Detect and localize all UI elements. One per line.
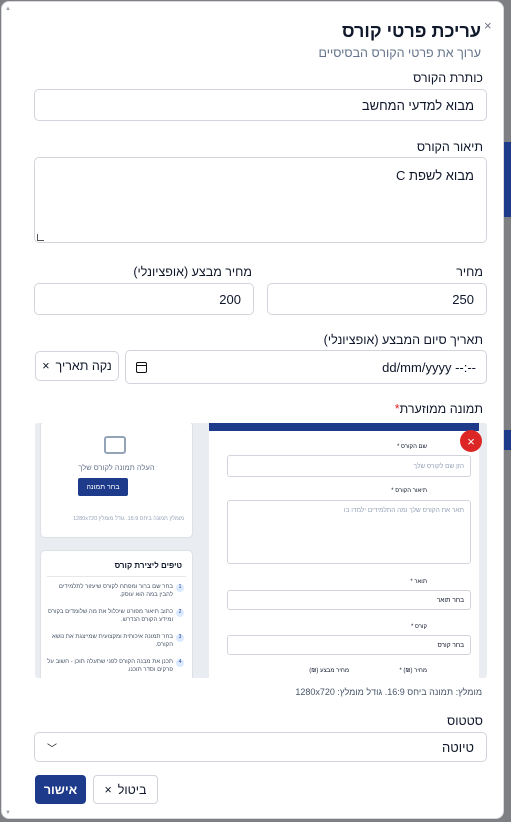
preview-upload-button: בחר תמונה bbox=[78, 478, 128, 496]
scroll-up-arrow-icon[interactable]: ▲ bbox=[5, 6, 11, 12]
image-preview: העלה תמונה לקורס שלך בחר תמונה מומלץ תמו… bbox=[35, 423, 487, 678]
price-value: 250 bbox=[452, 291, 474, 307]
preview-upload-hint: מומלץ תמונה ביחס 16:9. גודל מומלץ 1280x7… bbox=[72, 516, 184, 522]
close-icon[interactable]: × bbox=[484, 18, 492, 33]
tip-text: תכנן את מבנה הקורס לפני שתעלה תוכן - חשו… bbox=[47, 659, 173, 673]
tip-number: 4 bbox=[176, 659, 184, 667]
edit-course-dialog: ▲ × עריכת פרטי קורס ערוך את פרטי הקורס ה… bbox=[1, 1, 504, 819]
preview-name-input: הזן שם לקורס שלך bbox=[227, 455, 471, 477]
preview-name-label: שם הקורס * bbox=[397, 444, 427, 450]
tip-number: 2 bbox=[176, 609, 184, 617]
tip-number: 1 bbox=[176, 584, 184, 592]
preview-tip: 4 תכנן את מבנה הקורס לפני שתעלה תוכן - חש… bbox=[46, 659, 184, 674]
preview-description-input: תאר את הקורס שלך ומה התלמידים ילמדו בו bbox=[227, 500, 471, 564]
preview-tips-card: טיפים ליצירת קורס 1 בחר שם ברור ומפתח לקו… bbox=[40, 550, 193, 678]
cancel-button[interactable]: ביטול × bbox=[93, 775, 158, 804]
course-title-label: כותרת הקורס bbox=[413, 71, 483, 85]
background-page-strip bbox=[503, 142, 511, 217]
remove-image-button[interactable]: × bbox=[460, 430, 482, 452]
background-page-strip bbox=[503, 430, 511, 450]
preview-course-select: בחר קורס bbox=[227, 635, 471, 655]
course-title-input[interactable]: מבוא למדעי המחשב bbox=[34, 89, 487, 121]
preview-price-label: מחיר (₪) * bbox=[399, 668, 427, 674]
preview-upload-card: העלה תמונה לקורס שלך בחר תמונה מומלץ תמו… bbox=[40, 423, 193, 538]
status-select[interactable]: טיוטה ﹀ bbox=[34, 732, 487, 762]
image-hint: מומלץ: תמונה ביחס 16:9. גודל מומלץ: 1280… bbox=[295, 687, 482, 697]
preview-degree-label: תואר * bbox=[410, 579, 427, 585]
image-upload-icon bbox=[104, 436, 126, 454]
tip-text: כתוב תיאור מפורט שיכלול את מה שלומדים בק… bbox=[47, 609, 173, 623]
sale-end-label: תאריך סיום המבצע (אופציונלי) bbox=[323, 333, 483, 347]
clear-date-button[interactable]: נקה תאריך × bbox=[35, 351, 119, 381]
course-description-label: תיאור הקורס bbox=[416, 140, 483, 154]
calendar-icon[interactable] bbox=[136, 361, 147, 373]
status-label: סטטוס bbox=[447, 714, 483, 728]
preview-sale-label: מחיר מבצע (₪) bbox=[309, 668, 349, 674]
price-input[interactable]: 250 bbox=[267, 283, 487, 315]
featured-image-label: תמונה ממוזערת* bbox=[395, 402, 483, 416]
sale-price-label: מחיר מבצע (אופציונלי) bbox=[133, 265, 252, 279]
chevron-down-icon: ﹀ bbox=[47, 743, 57, 755]
resize-handle-icon[interactable] bbox=[37, 234, 44, 241]
sale-price-value: 200 bbox=[219, 291, 241, 307]
preview-form-card: שם הקורס * הזן שם לקורס שלך תיאור הקורס … bbox=[209, 423, 479, 678]
sale-end-date-input[interactable]: dd/mm/yyyy --:-- bbox=[125, 350, 487, 384]
tip-text: בחר שם ברור ומפתח לקורס שיעזור לתלמידים … bbox=[58, 584, 173, 598]
cancel-x-icon: × bbox=[104, 782, 112, 797]
course-title-value: מבוא למדעי המחשב bbox=[361, 97, 474, 113]
sale-end-value: dd/mm/yyyy --:-- bbox=[382, 359, 476, 375]
dialog-title: עריכת פרטי קורס bbox=[342, 21, 481, 41]
dialog-subtitle: ערוך את פרטי הקורס הבסיסיים bbox=[318, 46, 481, 60]
confirm-button[interactable]: אישור bbox=[35, 775, 86, 804]
preview-tip: 3 בחר תמונה איכותית ומקצועית שמייצגת את נ… bbox=[46, 634, 184, 649]
featured-image-label-text: תמונה ממוזערת bbox=[399, 402, 483, 416]
cancel-label: ביטול bbox=[117, 782, 147, 797]
tip-text: בחר תמונה איכותית ומקצועית שמייצגת את נו… bbox=[52, 634, 173, 648]
preview-course-label: קורס * bbox=[410, 624, 427, 630]
sale-price-input[interactable]: 200 bbox=[34, 283, 254, 315]
scroll-down-arrow-icon[interactable]: ▼ bbox=[5, 810, 11, 816]
status-value: טיוטה bbox=[442, 739, 474, 755]
clear-date-label: נקה תאריך bbox=[55, 359, 112, 373]
tip-number: 3 bbox=[176, 634, 184, 642]
price-label: מחיר bbox=[456, 265, 483, 279]
preview-tip: 2 כתוב תיאור מפורט שיכלול את מה שלומדים ב… bbox=[46, 609, 184, 624]
preview-upload-text: העלה תמונה לקורס שלך bbox=[78, 463, 155, 472]
course-description-textarea[interactable]: מבוא לשפת C bbox=[34, 157, 487, 243]
divider bbox=[47, 576, 186, 577]
course-description-value: מבוא לשפת C bbox=[395, 168, 474, 183]
preview-tips-title: טיפים ליצירת קורס bbox=[114, 561, 182, 570]
clear-x-icon: × bbox=[42, 359, 50, 373]
preview-degree-select: בחר תואר bbox=[227, 590, 471, 610]
preview-description-label: תיאור הקורס * bbox=[391, 488, 427, 494]
preview-tip: 1 בחר שם ברור ומפתח לקורס שיעזור לתלמידים… bbox=[46, 584, 184, 599]
